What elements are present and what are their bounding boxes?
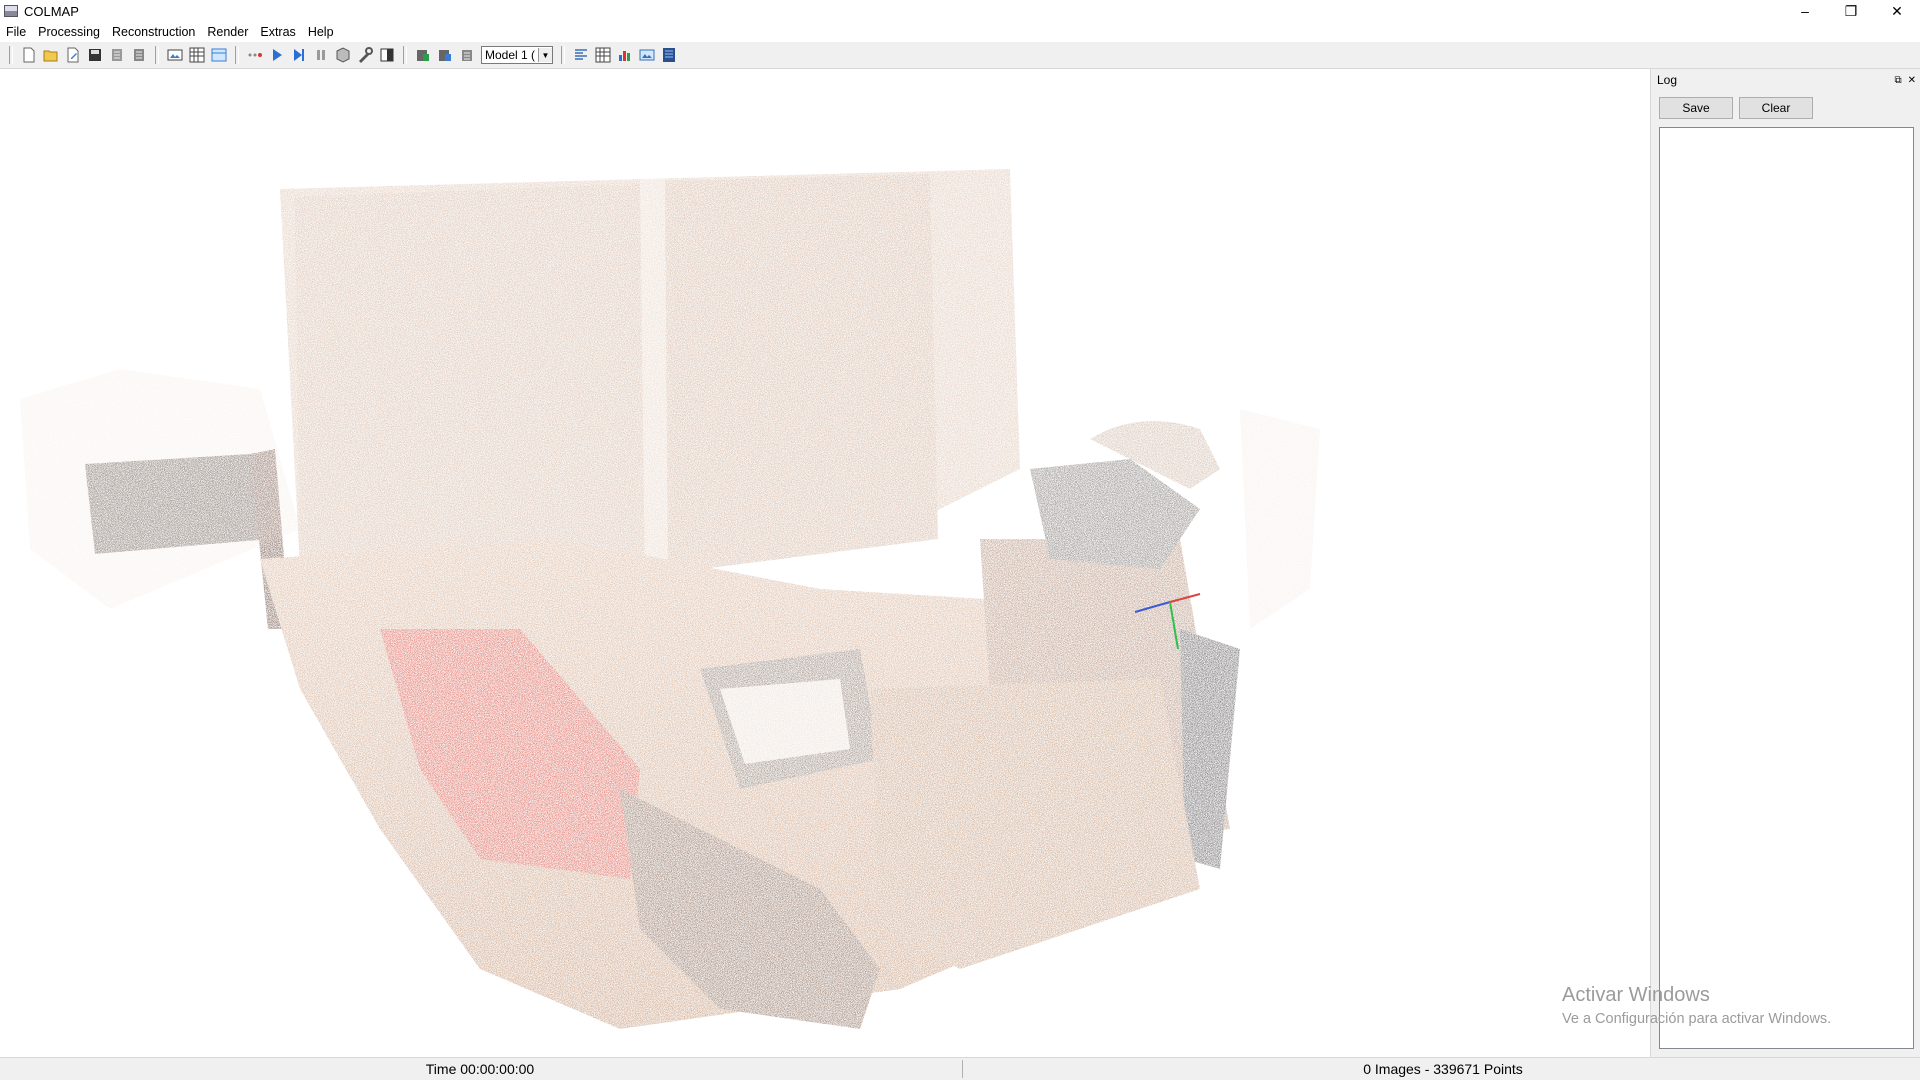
colmap-app-icon [4,5,18,17]
toolbar-separator [9,46,13,64]
model-select[interactable]: Model 1 ( ▼ [481,46,553,64]
model-select-value: Model 1 ( [485,48,536,62]
menu-processing[interactable]: Processing [32,25,106,39]
toolbar-separator [403,46,407,64]
status-time: Time 00:00:00:00 [425,1061,535,1077]
minimize-button[interactable]: – [1782,0,1828,22]
new-project-icon[interactable] [21,47,37,63]
float-dock-icon[interactable]: ⧉ [1894,75,1901,86]
chevron-down-icon[interactable]: ▼ [538,48,552,62]
toolbar: Model 1 ( ▼ [0,42,1920,69]
close-button[interactable]: ✕ [1874,0,1920,22]
window-controls: – ❐ ✕ [1782,0,1920,22]
menu-reconstruction[interactable]: Reconstruction [106,25,201,39]
title-bar: COLMAP – ❐ ✕ [0,0,1920,22]
pause-reconstruction-icon[interactable] [313,47,329,63]
feature-matching-icon[interactable] [189,47,205,63]
menu-bar: File Processing Reconstruction Render Ex… [0,22,1920,42]
status-divider [962,1060,963,1078]
model-viewer-3d[interactable] [0,69,1650,1057]
bundle-adjustment-icon[interactable] [335,47,351,63]
watermark-line-2: Ve a Configuración para activar Windows. [1562,1011,1832,1027]
menu-file[interactable]: File [0,25,32,39]
status-bar: Time 00:00:00:00 0 Images - 339671 Point… [0,1057,1920,1080]
point-cloud-render [20,169,1320,1029]
toolbar-separator [155,46,159,64]
dense-reconstruction-icon[interactable] [357,47,373,63]
automatic-reconstruction-icon[interactable] [247,47,263,63]
colmap-logo-icon[interactable] [661,47,677,63]
clear-log-button[interactable]: Clear [1739,97,1813,119]
status-point-count: 0 Images - 339671 Points [1363,1061,1523,1077]
watermark-line-1: Activar Windows [1562,984,1710,1006]
close-dock-icon[interactable]: ✕ [1908,75,1916,86]
restore-button[interactable]: ❐ [1828,0,1874,22]
menu-render[interactable]: Render [201,25,254,39]
database-management-icon[interactable] [211,47,227,63]
menu-help[interactable]: Help [302,25,340,39]
model-viewer-grid-icon[interactable] [573,47,589,63]
windows-activation-watermark: Activar Windows Ve a Configuración para … [1562,984,1831,1027]
render-options-icon[interactable] [379,47,395,63]
menu-extras[interactable]: Extras [254,25,301,39]
log-toggle-icon[interactable] [459,47,475,63]
match-matrix-icon[interactable] [437,47,453,63]
step-reconstruction-icon[interactable] [291,47,307,63]
rec-stats-icon[interactable] [595,47,611,63]
log-dock-panel: Log ⧉ ✕ Save Clear [1650,69,1920,1057]
export-image-icon[interactable] [639,47,655,63]
open-project-icon[interactable] [43,47,59,63]
save-project-icon[interactable] [87,47,103,63]
toolbar-separator [235,46,239,64]
feature-extraction-icon[interactable] [167,47,183,63]
start-reconstruction-icon[interactable] [269,47,285,63]
match-stats-icon[interactable] [617,47,633,63]
import-model-icon[interactable] [109,47,125,63]
window-title: COLMAP [24,3,79,19]
toolbar-separator [561,46,565,64]
log-text-area[interactable] [1659,127,1914,1049]
log-dock-header: Log ⧉ ✕ [1651,69,1920,91]
log-dock-title: Log [1657,73,1678,87]
edit-project-icon[interactable] [65,47,81,63]
save-log-button[interactable]: Save [1659,97,1733,119]
export-model-icon[interactable] [131,47,147,63]
reconstruction-stats-icon[interactable] [415,47,431,63]
